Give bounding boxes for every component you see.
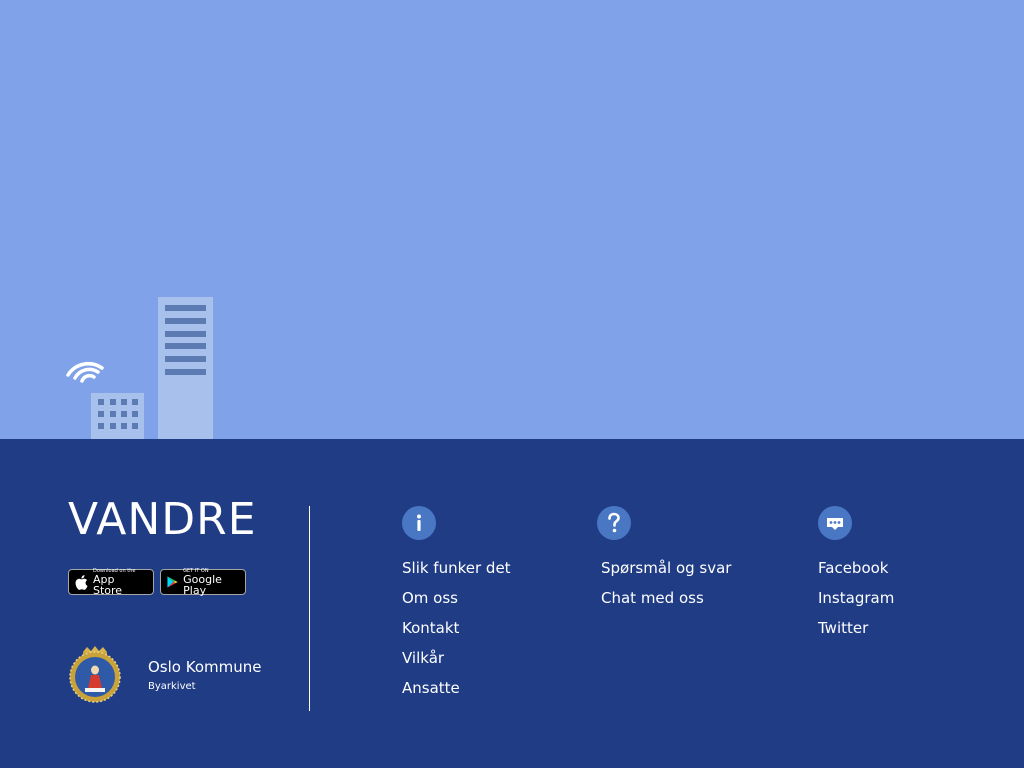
- footer-link-vilkar[interactable]: Vilkår: [402, 645, 511, 675]
- small-building: [91, 393, 144, 439]
- brand-logo[interactable]: VANDRE: [68, 498, 257, 542]
- app-store-label: App Store: [92, 572, 123, 597]
- site-footer: VANDRE Download on the App Store GET IT …: [0, 439, 1024, 768]
- apple-icon: [75, 574, 88, 590]
- chat-bubble-icon: [818, 506, 852, 540]
- footer-column-info: Slik funker det Om oss Kontakt Vilkår An…: [402, 506, 511, 705]
- tall-building: [158, 297, 213, 439]
- footer-divider: [309, 506, 310, 711]
- footer-link-facebook[interactable]: Facebook: [818, 555, 894, 585]
- footer-column-help: Spørsmål og svar Chat med oss: [597, 506, 731, 615]
- footer-link-chat-med-oss[interactable]: Chat med oss: [601, 585, 731, 615]
- wifi-icon: [66, 362, 104, 383]
- footer-link-om-oss[interactable]: Om oss: [402, 585, 511, 615]
- app-store-button[interactable]: Download on the App Store: [68, 568, 154, 597]
- footer-link-slik-funker-det[interactable]: Slik funker det: [402, 555, 511, 585]
- footer-link-ansatte[interactable]: Ansatte: [402, 675, 511, 705]
- google-play-button[interactable]: GET IT ON Google Play: [160, 568, 246, 597]
- footer-link-instagram[interactable]: Instagram: [818, 585, 894, 615]
- oslo-kommune-block[interactable]: Oslo Kommune Byarkivet: [68, 644, 261, 706]
- google-play-label: Google Play: [183, 572, 222, 597]
- footer-link-kontakt[interactable]: Kontakt: [402, 615, 511, 645]
- footer-column-social: Facebook Instagram Twitter: [818, 506, 894, 645]
- hero-sky: [0, 0, 1024, 439]
- oslo-coat-of-arms-icon: [69, 646, 121, 703]
- app-store-badges: Download on the App Store GET IT ON Goog…: [68, 568, 246, 597]
- footer-link-twitter[interactable]: Twitter: [818, 615, 894, 645]
- google-play-icon: [167, 576, 178, 588]
- city-name: Oslo Kommune: [148, 658, 262, 676]
- city-subtitle: Byarkivet: [148, 681, 196, 692]
- info-icon: [402, 506, 436, 540]
- question-icon: [597, 506, 631, 540]
- city-skyline-illustration: [66, 297, 213, 439]
- footer-link-sporsmal-og-svar[interactable]: Spørsmål og svar: [601, 555, 731, 585]
